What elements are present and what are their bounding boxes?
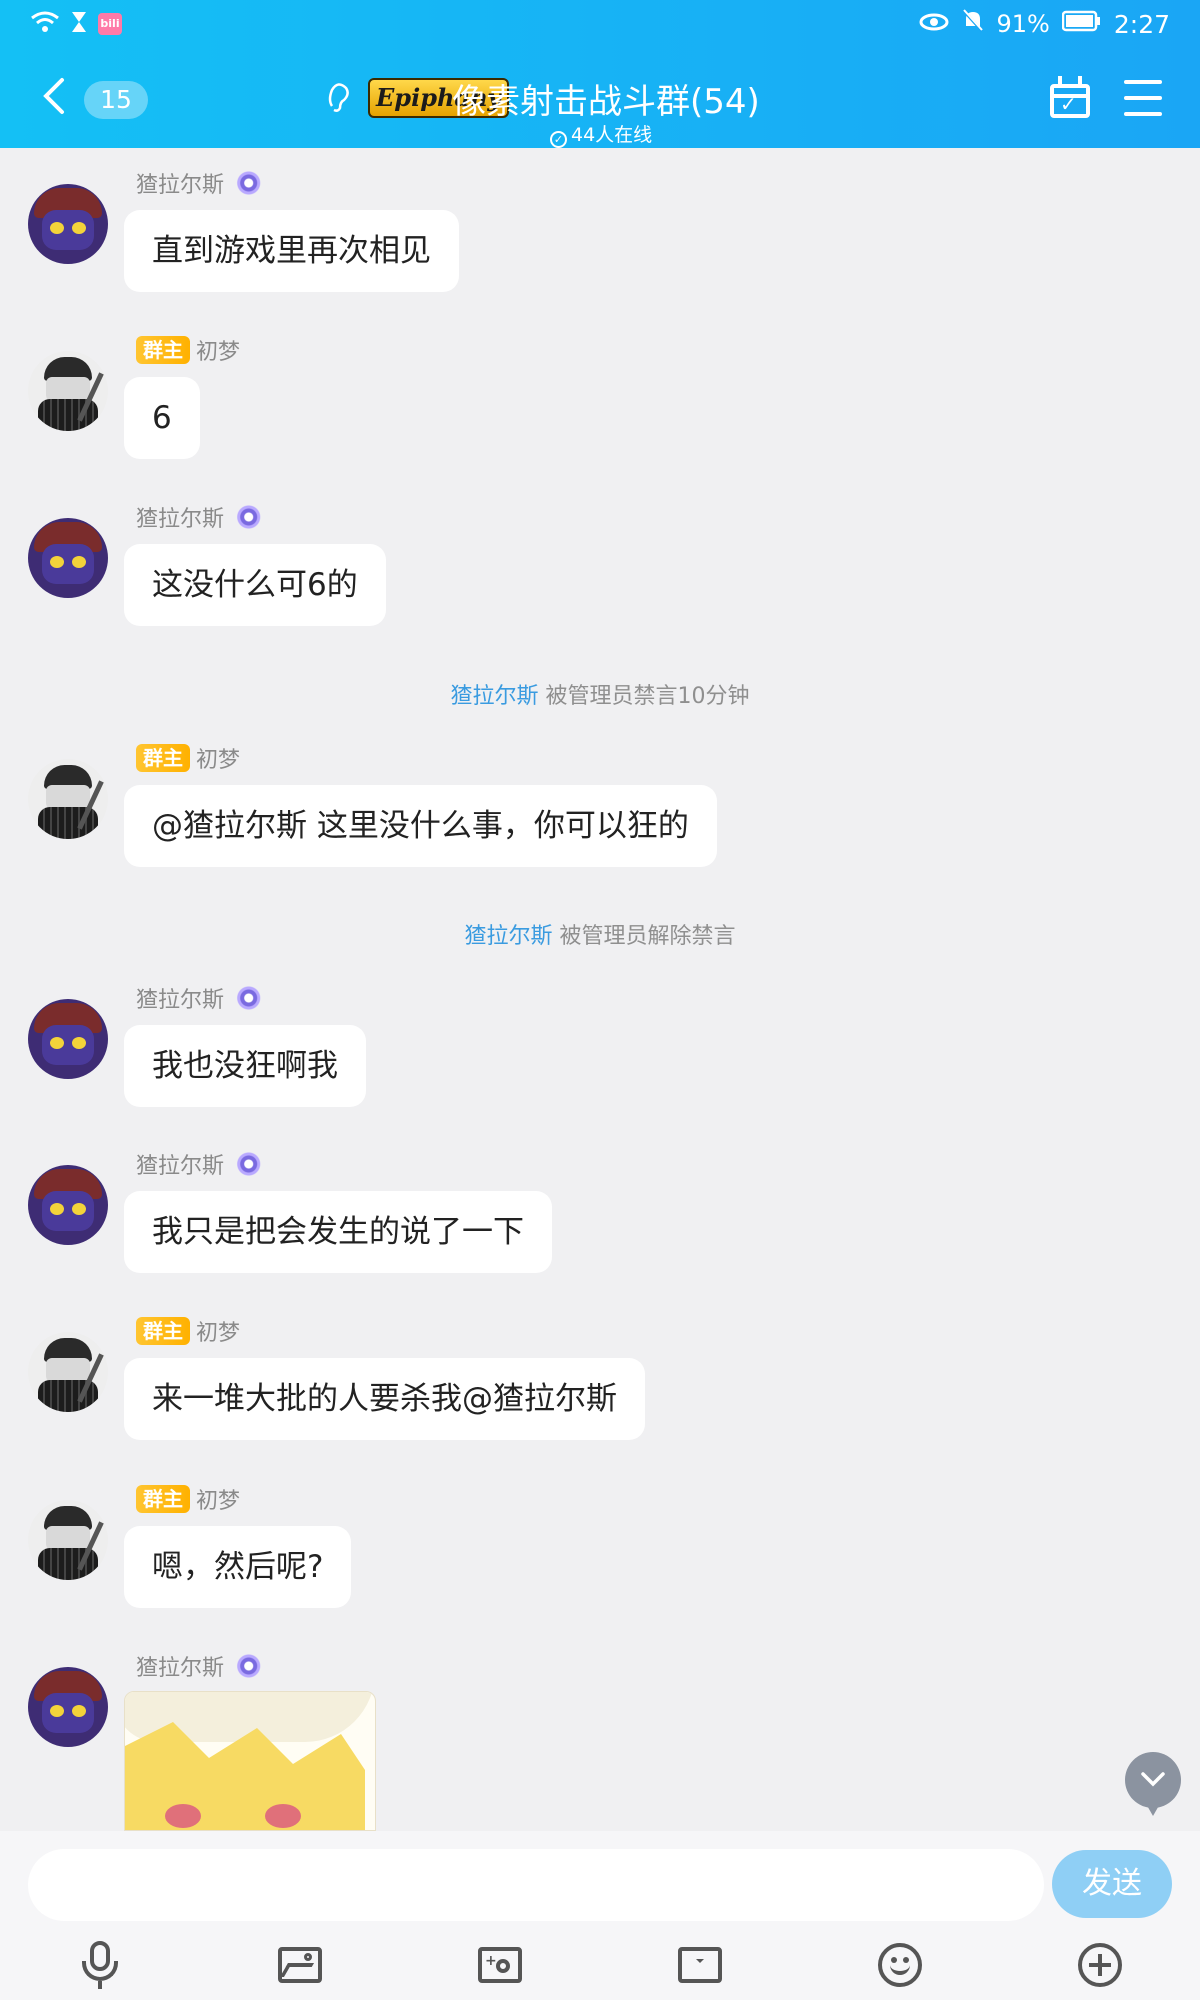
swirl-badge-icon — [230, 1654, 265, 1678]
notice-user-link[interactable]: 猹拉尔斯 — [450, 684, 538, 709]
input-toolbar: + — [0, 1935, 1200, 1995]
battery-icon — [1061, 10, 1102, 38]
send-button[interactable]: 发送 — [1052, 1850, 1172, 1918]
emoji-icon[interactable] — [876, 1941, 924, 1989]
group-title-area[interactable]: Epiphany 像素射击战斗群(54) ✓ 44人在线 — [320, 62, 880, 148]
header-bar: bili 91% 2:27 15 Epiphany 像素射击战斗群(54) ✓ … — [0, 0, 1200, 148]
sender-name: 初梦 — [196, 1321, 241, 1346]
anime-sticker-image[interactable] — [124, 1691, 376, 1831]
mute-bell-icon — [961, 8, 985, 40]
menu-button[interactable] — [1124, 80, 1162, 116]
message-bubble[interactable]: 我也没狂啊我 — [124, 1025, 366, 1107]
cat-avatar[interactable] — [28, 1667, 108, 1747]
ear-icon — [324, 80, 352, 114]
camera-icon[interactable]: + — [476, 1941, 524, 1989]
scroll-to-bottom-button[interactable] — [1125, 1752, 1181, 1808]
unread-count-badge[interactable]: 15 — [84, 81, 148, 119]
owner-tag: 群主 — [136, 744, 190, 772]
group-title: 像素射击战斗群(54) — [452, 82, 760, 122]
sender-name: 猹拉尔斯 — [136, 988, 225, 1013]
message-bubble[interactable]: 这没什么可6的 — [124, 544, 386, 626]
ninja-avatar[interactable] — [28, 1332, 108, 1412]
back-button[interactable] — [40, 76, 80, 120]
battery-percent: 91% — [996, 10, 1050, 38]
ninja-avatar[interactable] — [28, 351, 108, 431]
red-packet-icon[interactable] — [676, 1941, 724, 1989]
message-bubble[interactable]: 来一堆大批的人要杀我@猹拉尔斯 — [124, 1358, 645, 1440]
owner-tag: 群主 — [136, 336, 190, 364]
sender-name: 猹拉尔斯 — [136, 507, 225, 532]
swirl-badge-icon — [230, 171, 265, 195]
sender-name: 猹拉尔斯 — [136, 1656, 225, 1681]
plus-icon[interactable] — [1076, 1941, 1124, 1989]
cat-avatar[interactable] — [28, 1165, 108, 1245]
notice-text: 被管理员禁言10分钟 — [538, 684, 750, 709]
nav-bar: 15 Epiphany 像素射击战斗群(54) ✓ 44人在线 ✓ — [0, 50, 1200, 148]
system-notice: 猹拉尔斯 被管理员禁言10分钟 — [0, 678, 1200, 710]
ninja-avatar[interactable] — [28, 759, 108, 839]
ninja-avatar[interactable] — [28, 1500, 108, 1580]
sender-name: 初梦 — [196, 1489, 241, 1514]
input-area: 发送 + — [0, 1831, 1200, 2000]
cat-avatar[interactable] — [28, 999, 108, 1079]
swirl-badge-icon — [230, 1152, 265, 1176]
hourglass-icon — [70, 10, 88, 38]
mic-icon[interactable] — [76, 1941, 124, 1989]
notice-text: 被管理员解除禁言 — [552, 924, 736, 949]
message-bubble[interactable]: 我只是把会发生的说了一下 — [124, 1191, 552, 1273]
clock: 2:27 — [1113, 9, 1170, 39]
message-bubble[interactable]: 直到游戏里再次相见 — [124, 210, 459, 292]
sender-name: 猹拉尔斯 — [136, 1154, 225, 1179]
system-notice: 猹拉尔斯 被管理员解除禁言 — [0, 918, 1200, 950]
sender-name: 猹拉尔斯 — [136, 173, 225, 198]
online-count: 44人在线 — [571, 124, 653, 146]
status-bar: bili 91% 2:27 — [0, 0, 1200, 50]
cat-avatar[interactable] — [28, 184, 108, 264]
chat-message-list[interactable]: 猹拉尔斯 直到游戏里再次相见 群主 初梦 6 猹拉尔斯 这没什么可6的 猹拉尔斯… — [0, 148, 1200, 1831]
picture-icon[interactable] — [276, 1941, 324, 1989]
online-status: ✓ 44人在线 — [550, 120, 652, 148]
message-bubble[interactable]: @猹拉尔斯 这里没什么事，你可以狂的 — [124, 785, 717, 867]
sender-name: 初梦 — [196, 748, 241, 773]
swirl-badge-icon — [230, 986, 265, 1010]
swirl-badge-icon — [230, 505, 265, 529]
owner-tag: 群主 — [136, 1317, 190, 1345]
check-circle-icon: ✓ — [550, 131, 567, 148]
bilibili-icon: bili — [98, 13, 122, 35]
calendar-checkin-button[interactable]: ✓ — [1048, 76, 1094, 120]
wifi-icon — [30, 10, 60, 38]
eye-icon — [919, 10, 949, 38]
message-bubble[interactable]: 6 — [124, 377, 200, 459]
notice-user-link[interactable]: 猹拉尔斯 — [464, 924, 552, 949]
sender-name: 初梦 — [196, 340, 241, 365]
message-input[interactable] — [28, 1849, 1044, 1921]
cat-avatar[interactable] — [28, 518, 108, 598]
owner-tag: 群主 — [136, 1485, 190, 1513]
message-bubble[interactable]: 嗯，然后呢? — [124, 1526, 352, 1608]
